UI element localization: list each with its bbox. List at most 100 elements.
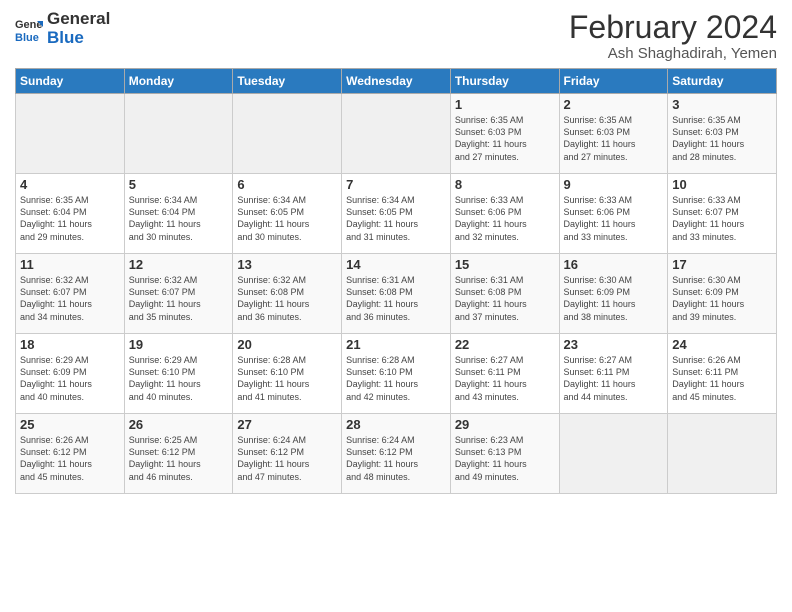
day-number: 16 <box>564 257 664 272</box>
day-info: Sunrise: 6:32 AM Sunset: 6:07 PM Dayligh… <box>20 274 120 323</box>
day-info: Sunrise: 6:27 AM Sunset: 6:11 PM Dayligh… <box>564 354 664 403</box>
day-cell: 16 Sunrise: 6:30 AM Sunset: 6:09 PM Dayli… <box>559 254 668 334</box>
day-number: 22 <box>455 337 555 352</box>
day-info: Sunrise: 6:25 AM Sunset: 6:12 PM Dayligh… <box>129 434 229 483</box>
col-saturday: Saturday <box>668 69 777 94</box>
day-number: 14 <box>346 257 446 272</box>
day-info: Sunrise: 6:33 AM Sunset: 6:07 PM Dayligh… <box>672 194 772 243</box>
day-info: Sunrise: 6:30 AM Sunset: 6:09 PM Dayligh… <box>564 274 664 323</box>
week-row-4: 25 Sunrise: 6:26 AM Sunset: 6:12 PM Dayli… <box>16 414 777 494</box>
day-number: 18 <box>20 337 120 352</box>
col-friday: Friday <box>559 69 668 94</box>
day-cell: 15Sunrise: 6:31 AM Sunset: 6:08 PM Dayli… <box>450 254 559 334</box>
day-number: 28 <box>346 417 446 432</box>
day-info: Sunrise: 6:35 AM Sunset: 6:04 PM Dayligh… <box>20 194 120 243</box>
day-info: Sunrise: 6:35 AM Sunset: 6:03 PM Dayligh… <box>564 114 664 163</box>
day-number: 25 <box>20 417 120 432</box>
day-info: Sunrise: 6:29 AM Sunset: 6:10 PM Dayligh… <box>129 354 229 403</box>
day-info: Sunrise: 6:26 AM Sunset: 6:12 PM Dayligh… <box>20 434 120 483</box>
svg-text:Blue: Blue <box>15 32 39 43</box>
day-cell <box>342 94 451 174</box>
day-cell: 27 Sunrise: 6:24 AM Sunset: 6:12 PM Dayli… <box>233 414 342 494</box>
day-cell: 23 Sunrise: 6:27 AM Sunset: 6:11 PM Dayli… <box>559 334 668 414</box>
day-cell: 7 Sunrise: 6:34 AM Sunset: 6:05 PM Daylig… <box>342 174 451 254</box>
day-info: Sunrise: 6:24 AM Sunset: 6:12 PM Dayligh… <box>237 434 337 483</box>
day-number: 2 <box>564 97 664 112</box>
day-cell: 9 Sunrise: 6:33 AM Sunset: 6:06 PM Daylig… <box>559 174 668 254</box>
day-number: 11 <box>20 257 120 272</box>
day-cell: 18 Sunrise: 6:29 AM Sunset: 6:09 PM Dayli… <box>16 334 125 414</box>
day-cell: 19 Sunrise: 6:29 AM Sunset: 6:10 PM Dayli… <box>124 334 233 414</box>
day-info: Sunrise: 6:33 AM Sunset: 6:06 PM Dayligh… <box>564 194 664 243</box>
logo-text: General Blue <box>47 10 110 47</box>
day-number: 7 <box>346 177 446 192</box>
day-cell: 26 Sunrise: 6:25 AM Sunset: 6:12 PM Dayli… <box>124 414 233 494</box>
week-row-3: 18 Sunrise: 6:29 AM Sunset: 6:09 PM Dayli… <box>16 334 777 414</box>
day-cell: 4Sunrise: 6:35 AM Sunset: 6:04 PM Daylig… <box>16 174 125 254</box>
day-info: Sunrise: 6:34 AM Sunset: 6:04 PM Dayligh… <box>129 194 229 243</box>
col-monday: Monday <box>124 69 233 94</box>
day-info: Sunrise: 6:34 AM Sunset: 6:05 PM Dayligh… <box>237 194 337 243</box>
day-cell: 1 Sunrise: 6:35 AM Sunset: 6:03 PM Daylig… <box>450 94 559 174</box>
day-cell <box>559 414 668 494</box>
day-cell: 2 Sunrise: 6:35 AM Sunset: 6:03 PM Daylig… <box>559 94 668 174</box>
day-cell: 21Sunrise: 6:28 AM Sunset: 6:10 PM Dayli… <box>342 334 451 414</box>
week-row-2: 11 Sunrise: 6:32 AM Sunset: 6:07 PM Dayli… <box>16 254 777 334</box>
day-number: 1 <box>455 97 555 112</box>
col-sunday: Sunday <box>16 69 125 94</box>
day-cell <box>233 94 342 174</box>
calendar-table: Sunday Monday Tuesday Wednesday Thursday… <box>15 68 777 494</box>
day-number: 15 <box>455 257 555 272</box>
day-cell: 3 Sunrise: 6:35 AM Sunset: 6:03 PM Daylig… <box>668 94 777 174</box>
main-title: February 2024 <box>569 10 777 45</box>
day-number: 3 <box>672 97 772 112</box>
col-tuesday: Tuesday <box>233 69 342 94</box>
day-cell: 8Sunrise: 6:33 AM Sunset: 6:06 PM Daylig… <box>450 174 559 254</box>
page: General Blue General Blue February 2024 … <box>0 0 792 612</box>
header: General Blue General Blue February 2024 … <box>15 10 777 62</box>
subtitle: Ash Shaghadirah, Yemen <box>569 45 777 62</box>
day-number: 19 <box>129 337 229 352</box>
day-cell: 25 Sunrise: 6:26 AM Sunset: 6:12 PM Dayli… <box>16 414 125 494</box>
day-info: Sunrise: 6:29 AM Sunset: 6:09 PM Dayligh… <box>20 354 120 403</box>
day-cell <box>668 414 777 494</box>
day-cell: 11 Sunrise: 6:32 AM Sunset: 6:07 PM Dayli… <box>16 254 125 334</box>
day-number: 24 <box>672 337 772 352</box>
day-info: Sunrise: 6:35 AM Sunset: 6:03 PM Dayligh… <box>455 114 555 163</box>
day-cell: 13 Sunrise: 6:32 AM Sunset: 6:08 PM Dayli… <box>233 254 342 334</box>
day-number: 29 <box>455 417 555 432</box>
day-number: 23 <box>564 337 664 352</box>
day-info: Sunrise: 6:28 AM Sunset: 6:10 PM Dayligh… <box>346 354 446 403</box>
day-info: Sunrise: 6:32 AM Sunset: 6:08 PM Dayligh… <box>237 274 337 323</box>
day-info: Sunrise: 6:27 AM Sunset: 6:11 PM Dayligh… <box>455 354 555 403</box>
day-info: Sunrise: 6:31 AM Sunset: 6:08 PM Dayligh… <box>346 274 446 323</box>
logo-blue-text: Blue <box>47 29 110 48</box>
day-info: Sunrise: 6:34 AM Sunset: 6:05 PM Dayligh… <box>346 194 446 243</box>
day-number: 9 <box>564 177 664 192</box>
col-thursday: Thursday <box>450 69 559 94</box>
logo: General Blue General Blue <box>15 10 110 47</box>
day-number: 8 <box>455 177 555 192</box>
day-cell: 24Sunrise: 6:26 AM Sunset: 6:11 PM Dayli… <box>668 334 777 414</box>
day-cell: 29Sunrise: 6:23 AM Sunset: 6:13 PM Dayli… <box>450 414 559 494</box>
day-number: 5 <box>129 177 229 192</box>
day-cell: 14 Sunrise: 6:31 AM Sunset: 6:08 PM Dayli… <box>342 254 451 334</box>
week-row-1: 4Sunrise: 6:35 AM Sunset: 6:04 PM Daylig… <box>16 174 777 254</box>
svg-text:General: General <box>15 19 43 31</box>
logo-icon: General Blue <box>15 15 43 43</box>
day-number: 27 <box>237 417 337 432</box>
day-cell: 22 Sunrise: 6:27 AM Sunset: 6:11 PM Dayli… <box>450 334 559 414</box>
day-info: Sunrise: 6:28 AM Sunset: 6:10 PM Dayligh… <box>237 354 337 403</box>
day-cell: 10 Sunrise: 6:33 AM Sunset: 6:07 PM Dayli… <box>668 174 777 254</box>
day-number: 10 <box>672 177 772 192</box>
title-block: February 2024 Ash Shaghadirah, Yemen <box>569 10 777 62</box>
day-number: 13 <box>237 257 337 272</box>
day-info: Sunrise: 6:32 AM Sunset: 6:07 PM Dayligh… <box>129 274 229 323</box>
header-row: Sunday Monday Tuesday Wednesday Thursday… <box>16 69 777 94</box>
day-number: 26 <box>129 417 229 432</box>
day-number: 6 <box>237 177 337 192</box>
day-info: Sunrise: 6:35 AM Sunset: 6:03 PM Dayligh… <box>672 114 772 163</box>
day-cell: 6 Sunrise: 6:34 AM Sunset: 6:05 PM Daylig… <box>233 174 342 254</box>
logo-general-text: General <box>47 10 110 29</box>
day-number: 12 <box>129 257 229 272</box>
